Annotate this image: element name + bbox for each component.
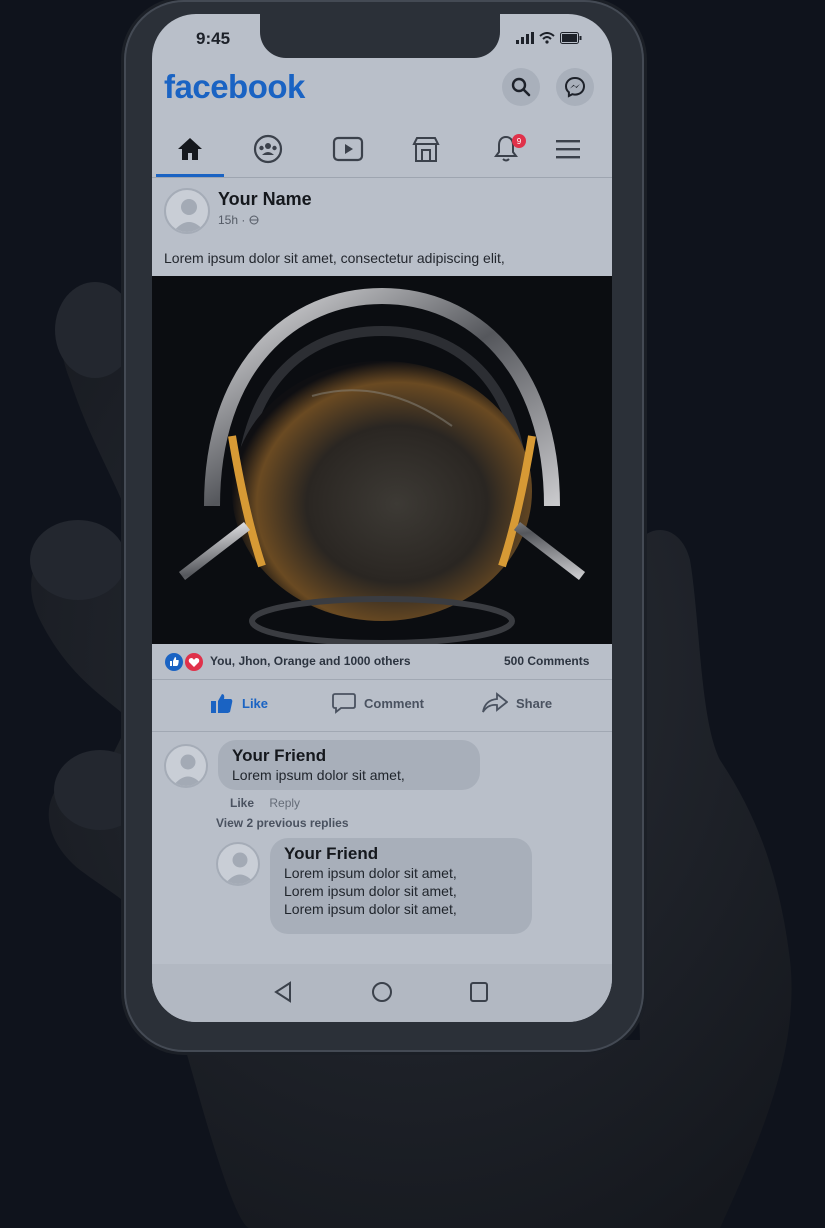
- avatar[interactable]: [164, 188, 210, 234]
- astronaut-helmet-image: [152, 276, 612, 644]
- reactions-text[interactable]: You, Jhon, Orange and 1000 others: [210, 654, 411, 668]
- post-author[interactable]: Your Name: [218, 189, 312, 210]
- tab-notifications[interactable]: 9: [476, 126, 536, 172]
- thumbs-up-icon: [211, 694, 233, 713]
- recents-icon[interactable]: [468, 980, 490, 1004]
- post-header: Your Name 15h ·: [152, 184, 612, 244]
- app-header: facebook: [152, 66, 612, 114]
- comment-button[interactable]: Comment: [332, 692, 424, 714]
- reply-bubble[interactable]: Your Friend Lorem ipsum dolor sit amet, …: [270, 838, 532, 934]
- notification-badge: 9: [512, 134, 526, 148]
- tab-watch[interactable]: [318, 126, 378, 172]
- comments-count[interactable]: 500 Comments: [504, 654, 589, 668]
- share-icon: [482, 692, 508, 713]
- share-label: Share: [516, 695, 553, 711]
- tab-menu[interactable]: [538, 126, 598, 172]
- share-button[interactable]: Share: [482, 692, 552, 714]
- reply-avatar[interactable]: [216, 842, 260, 886]
- system-nav-bar: [152, 964, 612, 1022]
- love-reaction-icon[interactable]: [184, 652, 204, 672]
- tab-marketplace[interactable]: [396, 126, 456, 172]
- back-icon[interactable]: [272, 980, 294, 1004]
- like-reaction-icon[interactable]: [164, 652, 184, 672]
- user-placeholder-icon: [225, 852, 255, 884]
- reply-text-line: Lorem ipsum dolor sit amet,: [284, 883, 457, 899]
- commenter-avatar[interactable]: [164, 744, 208, 788]
- marketplace-icon: [412, 137, 440, 162]
- reply-text-line: Lorem ipsum dolor sit amet,: [284, 865, 457, 881]
- comment-like-link[interactable]: Like: [230, 796, 254, 810]
- view-previous-replies[interactable]: View 2 previous replies: [216, 816, 349, 830]
- phone-screen: 9:45 facebook 9 Your Name 15h · Lorem ip…: [152, 14, 612, 1022]
- tab-groups[interactable]: [238, 126, 298, 172]
- like-button[interactable]: Like: [210, 692, 268, 714]
- post-text: Lorem ipsum dolor sit amet, consectetur …: [164, 250, 505, 266]
- comment-reply-link[interactable]: Reply: [269, 796, 300, 810]
- comment-author[interactable]: Your Friend: [232, 746, 466, 766]
- groups-icon: [253, 134, 283, 164]
- reply-author[interactable]: Your Friend: [284, 844, 518, 864]
- battery-icon: [560, 32, 582, 44]
- facebook-logo[interactable]: facebook: [164, 68, 305, 106]
- search-icon: [511, 77, 531, 97]
- post-image[interactable]: [152, 276, 612, 644]
- nav-active-indicator: [156, 174, 224, 177]
- signal-icon: [516, 32, 534, 44]
- comment-text: Lorem ipsum dolor sit amet,: [232, 767, 405, 783]
- status-icons: [516, 32, 582, 44]
- search-button[interactable]: [502, 68, 540, 106]
- reactions-bar: You, Jhon, Orange and 1000 others 500 Co…: [152, 644, 612, 680]
- menu-icon: [556, 140, 580, 159]
- user-placeholder-icon: [173, 199, 205, 232]
- post-time: 15h ·: [218, 213, 259, 227]
- reply-text-line: Lorem ipsum dolor sit amet,: [284, 901, 457, 917]
- comment-bubble[interactable]: Your Friend Lorem ipsum dolor sit amet,: [218, 740, 480, 790]
- post-time-text: 15h ·: [218, 213, 249, 227]
- watch-icon: [332, 136, 364, 162]
- comment-meta: Like Reply: [230, 796, 312, 810]
- home-icon: [178, 138, 202, 160]
- phone-notch: [260, 14, 500, 58]
- user-placeholder-icon: [173, 754, 203, 786]
- wifi-icon: [539, 32, 555, 44]
- comment-label: Comment: [364, 695, 424, 711]
- status-time: 9:45: [196, 29, 231, 48]
- like-label: Like: [242, 695, 269, 711]
- action-bar: Like Comment Share: [152, 682, 612, 732]
- messenger-button[interactable]: [556, 68, 594, 106]
- tab-home[interactable]: [160, 126, 220, 172]
- nav-bar: 9: [152, 120, 612, 178]
- comment-icon: [332, 693, 356, 714]
- messenger-icon: [564, 76, 586, 98]
- globe-icon: [249, 215, 259, 225]
- home-circle-icon[interactable]: [370, 980, 394, 1004]
